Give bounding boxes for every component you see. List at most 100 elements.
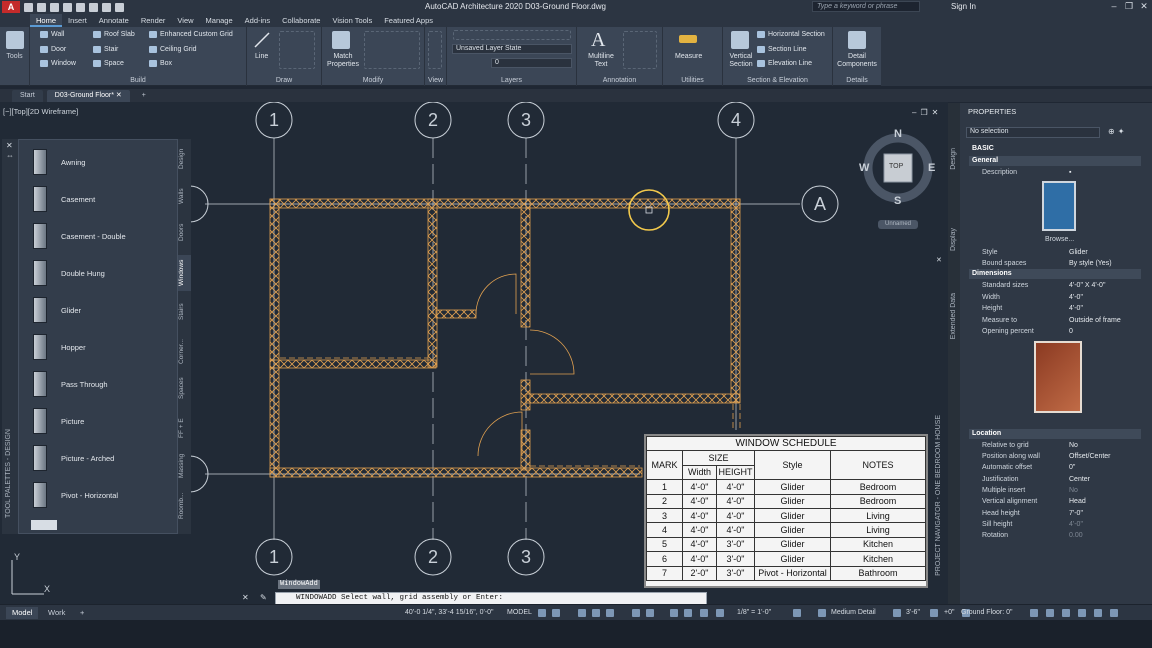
isolate-objects-icon[interactable] xyxy=(1030,609,1038,617)
minimize-icon[interactable]: – xyxy=(1109,2,1119,11)
location-section[interactable]: Location xyxy=(969,429,1141,439)
vertical-section-button[interactable]: Vertical Section xyxy=(726,53,756,69)
prop-opening-percent[interactable]: Opening percent 0 xyxy=(960,326,1152,337)
tab-annotate[interactable]: Annotate xyxy=(93,14,135,27)
box-button[interactable]: Box xyxy=(149,60,172,67)
viewport-window-controls[interactable]: –❐✕ xyxy=(912,108,942,117)
compass-south[interactable]: S xyxy=(894,195,901,207)
grid-toggle-icon[interactable] xyxy=(538,609,546,617)
prop-vertical-alignment[interactable]: Vertical alignment Head xyxy=(960,496,1152,507)
lineweight-icon[interactable] xyxy=(670,609,678,617)
ucs-menu[interactable]: Unnamed xyxy=(878,220,918,229)
close-icon[interactable]: ✕ xyxy=(1139,2,1149,11)
customize-icon[interactable] xyxy=(1078,609,1086,617)
tab-model[interactable]: Model xyxy=(6,607,39,619)
tab-render[interactable]: Render xyxy=(135,14,172,27)
palette-item-casement[interactable]: Casement xyxy=(33,184,95,214)
undo-icon[interactable] xyxy=(89,2,98,12)
enhanced-custom-grid-button[interactable]: Enhanced Custom Grid xyxy=(149,31,233,38)
add-layout-icon[interactable]: + xyxy=(74,607,90,619)
coordinates-readout[interactable]: 40'-0 1/4", 33'-4 15/16", 0'-0" xyxy=(405,609,494,616)
prop-bound-spaces[interactable]: Bound spaces By style (Yes) xyxy=(960,258,1152,269)
prop-style[interactable]: Style Glider xyxy=(960,247,1152,258)
elevation-line-button[interactable]: Elevation Line xyxy=(757,60,812,67)
prop-sill-height[interactable]: Sill height 4'-0" xyxy=(960,519,1152,530)
open-icon[interactable] xyxy=(37,2,46,12)
modify-label[interactable]: Modify xyxy=(322,77,424,84)
isodraft-icon[interactable] xyxy=(606,609,614,617)
view-tools-icon[interactable] xyxy=(428,31,442,69)
prop-description[interactable]: Description ▪ xyxy=(960,167,1152,178)
door-button[interactable]: Door xyxy=(40,46,66,53)
share-icon[interactable] xyxy=(115,2,124,12)
elevation-value[interactable]: +0" xyxy=(944,609,954,616)
palette-tab-corner[interactable]: Corner... xyxy=(178,335,191,369)
command-customize-icon[interactable]: ✎ xyxy=(260,593,267,602)
match-properties-button[interactable]: Match Properties xyxy=(326,53,360,69)
palette-tab-spaces[interactable]: Spaces xyxy=(178,375,191,401)
prop-rotation[interactable]: Rotation 0.00 xyxy=(960,530,1152,541)
table-row[interactable]: 3 4'-0" 4'-0" Glider Living xyxy=(646,507,926,524)
layer-tools-icon[interactable] xyxy=(453,30,571,40)
status-menu-icon[interactable] xyxy=(1110,609,1118,617)
viewcube-top-face[interactable]: TOP xyxy=(889,163,903,170)
polar-toggle-icon[interactable] xyxy=(592,609,600,617)
hardware-acceleration-icon[interactable] xyxy=(1046,609,1054,617)
object-snap-tracking-icon[interactable] xyxy=(646,609,654,617)
transparency-icon[interactable] xyxy=(684,609,692,617)
window-button[interactable]: Window xyxy=(40,60,76,67)
palette-tab-doors[interactable]: Doors xyxy=(178,219,191,245)
print-icon[interactable] xyxy=(76,2,85,12)
ortho-toggle-icon[interactable] xyxy=(578,609,586,617)
prop-position-along-wall[interactable]: Position along wall Offset/Center xyxy=(960,451,1152,462)
props-tab-design[interactable]: Design xyxy=(950,148,957,170)
tool-palette-titlebar[interactable]: ✕ ⇔ TOOL PALETTES - DESIGN xyxy=(2,139,18,534)
modify-tools-icon[interactable] xyxy=(364,31,420,69)
prop-measure-to[interactable]: Measure to Outside of frame xyxy=(960,315,1152,326)
description-edit-icon[interactable]: ▪ xyxy=(1069,169,1071,176)
tab-view[interactable]: View xyxy=(171,14,199,27)
table-row[interactable]: 7 2'-0" 3'-0" Pivot - Horizontal Bathroom xyxy=(646,565,926,581)
prop-justification[interactable]: Justification Center xyxy=(960,474,1152,485)
palette-tab-roombook[interactable]: Roomb... xyxy=(178,489,191,523)
palette-close-icon[interactable]: ✕ xyxy=(6,141,13,150)
tab-vision-tools[interactable]: Vision Tools xyxy=(326,14,378,27)
annotation-tools-icon[interactable] xyxy=(623,31,657,69)
stair-button[interactable]: Stair xyxy=(93,46,118,53)
autocad-logo-icon[interactable]: A xyxy=(2,1,20,13)
tab-manage[interactable]: Manage xyxy=(200,14,239,27)
save-as-icon[interactable] xyxy=(63,2,72,12)
space-button[interactable]: Space xyxy=(93,60,124,67)
browse-link[interactable]: Browse... xyxy=(1045,236,1074,243)
tools-label[interactable]: Tools xyxy=(0,53,29,60)
settings-gear-icon[interactable] xyxy=(793,609,801,617)
compass-east[interactable]: E xyxy=(928,162,935,174)
palette-item-pass-through[interactable]: Pass Through xyxy=(33,369,108,399)
clean-screen-icon[interactable] xyxy=(1062,609,1070,617)
palette-item-hopper[interactable]: Hopper xyxy=(33,332,86,362)
props-tab-extended-data[interactable]: Extended Data xyxy=(950,293,957,339)
palette-autohide-icon[interactable]: ⇔ xyxy=(6,151,14,160)
annotation-scale-select[interactable]: 1/8" = 1'-0" xyxy=(737,609,771,616)
display-configuration-select[interactable]: Medium Detail xyxy=(831,609,876,616)
search-input[interactable]: Type a keyword or phrase xyxy=(812,1,920,12)
line-button[interactable]: Line xyxy=(255,53,268,60)
measure-button[interactable]: Measure xyxy=(675,53,702,60)
elevation-icon[interactable] xyxy=(930,609,938,617)
multiline-text-icon[interactable]: A xyxy=(591,29,605,52)
basic-section[interactable]: BASIC xyxy=(969,144,1141,154)
current-layer-select[interactable]: 0 xyxy=(491,58,572,68)
tools-icon[interactable] xyxy=(6,31,24,49)
section-line-button[interactable]: Section Line xyxy=(757,46,807,53)
detail-components-icon[interactable] xyxy=(848,31,866,49)
tab-work[interactable]: Work xyxy=(42,607,71,619)
window-schedule-table[interactable]: WINDOW SCHEDULE MARK SIZE Style NOTES Wi… xyxy=(644,434,928,588)
multiline-text-button[interactable]: Multiline Text xyxy=(585,53,617,69)
line-icon[interactable] xyxy=(253,31,271,49)
palette-item-double-hung[interactable]: Double Hung xyxy=(33,258,105,288)
match-properties-icon[interactable] xyxy=(332,31,350,49)
annotation-label[interactable]: Annotation xyxy=(577,77,662,84)
compass-north[interactable]: N xyxy=(894,128,902,140)
tab-home[interactable]: Home xyxy=(30,14,63,27)
tab-featured-apps[interactable]: Featured Apps xyxy=(378,14,439,27)
